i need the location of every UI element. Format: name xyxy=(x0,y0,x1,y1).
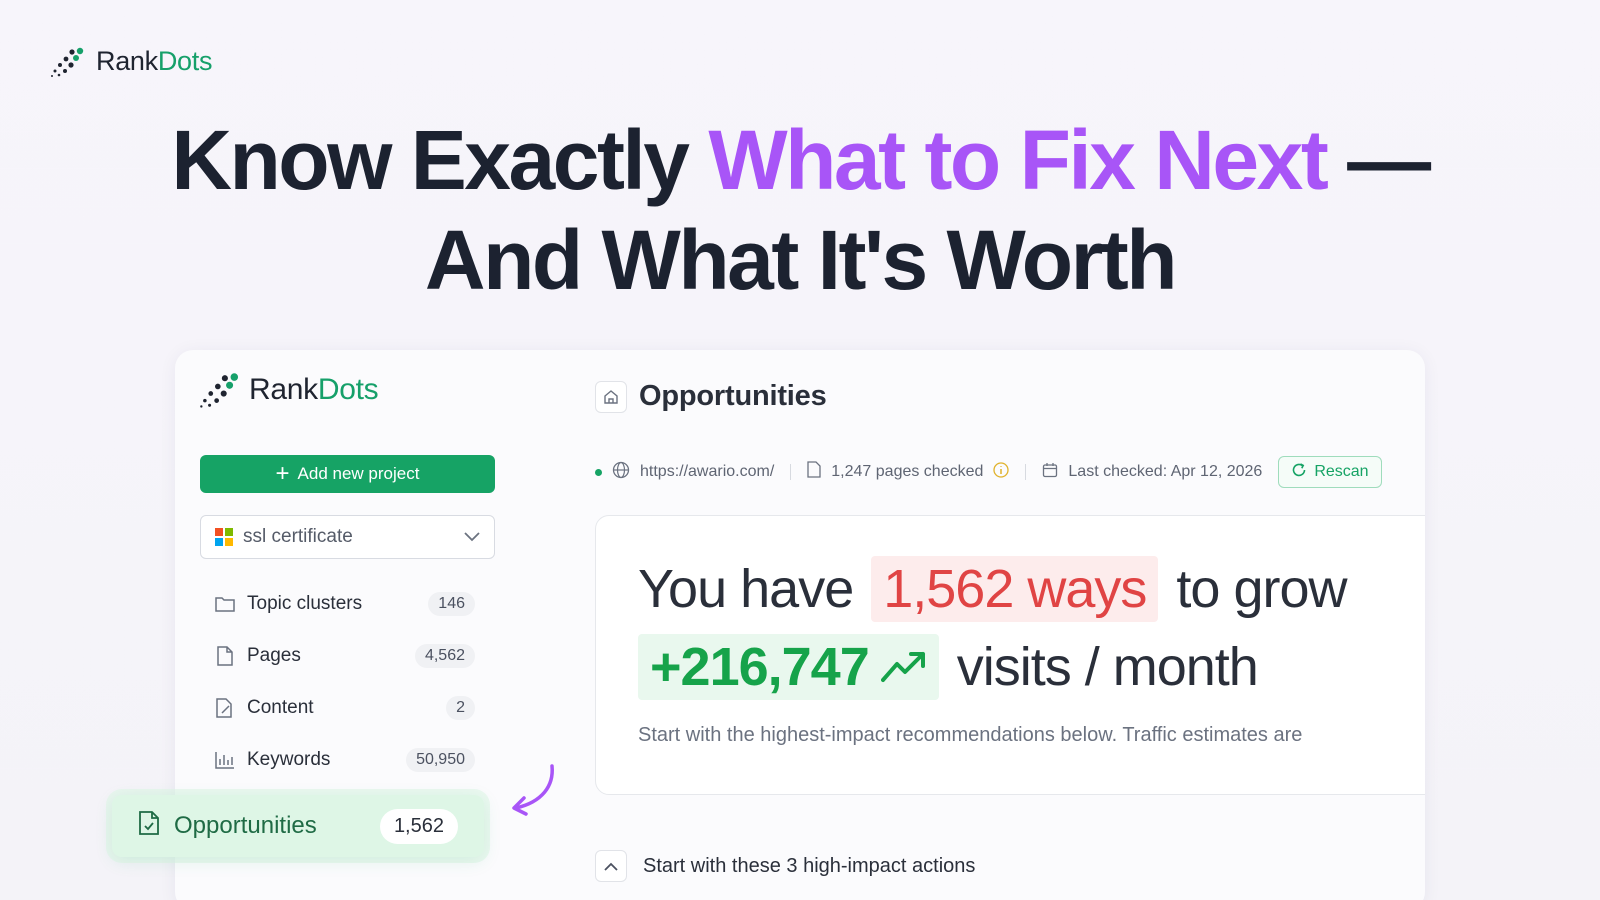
opportunity-summary-card: You have 1,562 ways to grow +216,747 vis… xyxy=(595,515,1425,795)
opportunities-file-icon xyxy=(138,810,160,843)
file-icon xyxy=(215,646,235,666)
globe-icon xyxy=(612,461,630,484)
plus-icon: + xyxy=(275,460,290,487)
project-select[interactable]: ssl certificate xyxy=(200,515,495,559)
file-check-icon xyxy=(807,461,821,483)
high-impact-actions-header[interactable]: Start with these 3 high-impact actions xyxy=(595,850,975,882)
summary-line-2: +216,747 visits / month xyxy=(638,634,1259,700)
brand-logo: RankDots xyxy=(50,46,212,77)
pages-checked: 1,247 pages checked xyxy=(831,463,984,480)
count-badge: 50,950 xyxy=(406,748,475,772)
app-brand-logo[interactable]: RankDots xyxy=(199,372,379,408)
summary-line-1: You have 1,562 ways to grow xyxy=(638,556,1348,622)
trend-up-icon xyxy=(880,652,925,682)
hero-headline: Know Exactly What to Fix Next — And What… xyxy=(171,113,1431,307)
sidebar-item-topic-clusters[interactable]: Topic clusters 146 xyxy=(215,578,475,630)
chevron-up-icon[interactable] xyxy=(595,850,627,882)
last-checked: Last checked: Apr 12, 2026 xyxy=(1068,463,1263,480)
edit-file-icon xyxy=(215,698,235,718)
project-select-value: ssl certificate xyxy=(243,526,353,547)
divider xyxy=(790,464,792,480)
sidebar-nav: Topic clusters 146 Pages 4,562 Content 2… xyxy=(215,578,475,786)
sidebar-item-keywords[interactable]: Keywords 50,950 xyxy=(215,734,475,786)
site-meta-row: https://awario.com/ 1,247 pages checked … xyxy=(595,455,1425,489)
ways-count-badge: 1,562 ways xyxy=(871,556,1159,622)
count-badge: 146 xyxy=(428,592,475,616)
visits-gain-badge: +216,747 xyxy=(638,634,939,700)
folder-icon xyxy=(215,594,235,614)
rescan-button[interactable]: Rescan xyxy=(1278,456,1382,488)
divider xyxy=(1025,464,1027,480)
count-badge: 1,562 xyxy=(379,808,458,844)
sidebar-item-pages[interactable]: Pages 4,562 xyxy=(215,630,475,682)
rankdots-logo-icon xyxy=(51,47,84,77)
count-badge: 4,562 xyxy=(414,644,475,668)
rankdots-logo-icon xyxy=(200,373,239,408)
page-title: Opportunities xyxy=(639,380,827,412)
microsoft-logo-icon xyxy=(215,528,233,546)
count-badge: 2 xyxy=(446,696,475,720)
headline-accent: What to Fix Next xyxy=(708,113,1329,207)
curved-arrow-icon xyxy=(512,764,554,816)
status-dot-icon xyxy=(595,468,602,476)
calendar-icon xyxy=(1042,462,1058,483)
bar-chart-icon xyxy=(215,750,235,770)
add-new-project-button[interactable]: + Add new project xyxy=(200,455,495,493)
info-icon[interactable] xyxy=(993,461,1010,483)
page-header: Opportunities xyxy=(595,380,827,413)
site-url[interactable]: https://awario.com/ xyxy=(640,463,774,481)
sidebar-item-opportunities[interactable]: Opportunities 1,562 xyxy=(112,795,484,857)
actions-title: Start with these 3 high-impact actions xyxy=(643,854,976,877)
home-icon[interactable] xyxy=(595,380,627,413)
app-brand-name: RankDots xyxy=(249,373,379,406)
sidebar-item-content[interactable]: Content 2 xyxy=(215,682,475,734)
chevron-down-icon xyxy=(464,529,480,545)
brand-name: RankDots xyxy=(96,46,213,76)
refresh-icon xyxy=(1291,462,1307,483)
summary-subtitle: Start with the highest-impact recommenda… xyxy=(638,724,1303,746)
